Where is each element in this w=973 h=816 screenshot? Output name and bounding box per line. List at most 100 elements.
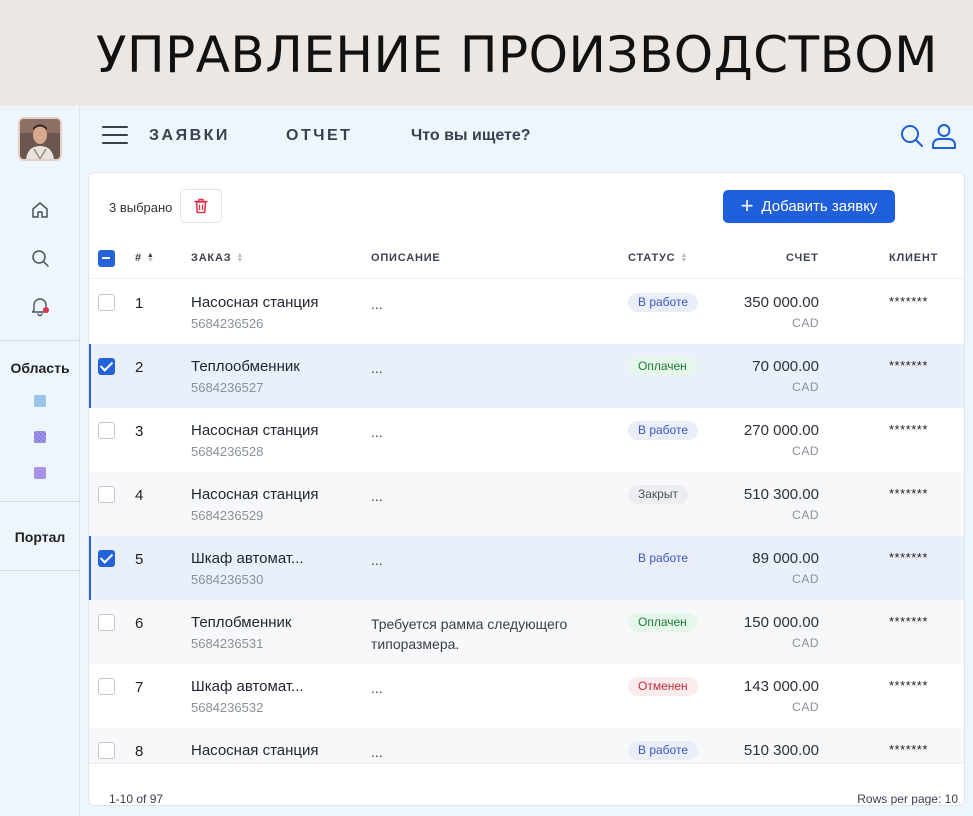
- user-profile-icon[interactable]: [930, 122, 958, 150]
- order-amount: 510 300.00: [743, 742, 819, 759]
- table-row[interactable]: 4 Насосная станция 5684236529 ... Закрыт…: [89, 472, 964, 536]
- tab-requests[interactable]: ЗАЯВКИ: [149, 127, 230, 145]
- client-name: *******: [889, 614, 928, 629]
- order-name[interactable]: Шкаф автомат...: [191, 550, 304, 567]
- trash-icon: [194, 198, 208, 214]
- row-checkbox[interactable]: [98, 550, 115, 567]
- column-amount: СЧЕТ: [786, 252, 819, 264]
- column-number[interactable]: # ▲ ▼: [135, 252, 155, 264]
- status-badge: Отменен: [628, 677, 698, 696]
- row-checkbox[interactable]: [98, 678, 115, 695]
- status-badge: В работе: [628, 421, 699, 440]
- order-name[interactable]: Теплообменник: [191, 358, 300, 375]
- column-order[interactable]: ЗАКАЗ ▲ ▼: [191, 252, 244, 264]
- row-checkbox[interactable]: [98, 422, 115, 439]
- sort-icon: ▲ ▼: [680, 252, 689, 265]
- order-id: 5684236530: [191, 572, 264, 587]
- add-request-button[interactable]: + Добавить заявку: [723, 190, 895, 223]
- row-number: 2: [135, 359, 144, 376]
- area-item-2[interactable]: [34, 431, 46, 443]
- order-name[interactable]: Насосная станция: [191, 742, 319, 759]
- banner: УПРАВЛЕНИЕ ПРОИЗВОДСТВОМ: [0, 0, 973, 106]
- select-all-checkbox[interactable]: [98, 250, 115, 267]
- home-icon[interactable]: [28, 198, 52, 222]
- status-badge: В работе: [628, 549, 699, 568]
- area-item-3[interactable]: [34, 467, 46, 479]
- order-amount: 70 000.00: [752, 358, 819, 375]
- sidebar-portal-label[interactable]: Портал: [0, 529, 80, 545]
- order-description: ...: [371, 488, 383, 504]
- order-description: ...: [371, 744, 383, 760]
- order-name[interactable]: Насосная станция: [191, 422, 319, 439]
- order-description: ...: [371, 424, 383, 440]
- table-row[interactable]: 2 Теплообменник 5684236527 ... Оплачен 7…: [89, 344, 964, 408]
- order-id: 5684236531: [191, 636, 264, 651]
- avatar[interactable]: [18, 117, 62, 161]
- delete-button[interactable]: [180, 189, 222, 223]
- order-currency: CAD: [792, 380, 819, 394]
- orders-table-card: 3 выбрано + Добавить заявку # ▲ ▼ ЗАКАЗ ▲ ▼ …: [88, 172, 965, 806]
- order-currency: CAD: [792, 636, 819, 650]
- order-currency: CAD: [792, 444, 819, 458]
- order-name[interactable]: Насосная станция: [191, 294, 319, 311]
- order-amount: 510 300.00: [743, 486, 819, 503]
- rows-per-page[interactable]: Rows per page: 10: [857, 792, 958, 805]
- table-row[interactable]: 1 Насосная станция 5684236526 ... В рабо…: [89, 280, 964, 344]
- row-number: 8: [135, 743, 144, 760]
- client-name: *******: [889, 678, 928, 693]
- order-description: ...: [371, 296, 383, 312]
- client-name: *******: [889, 294, 928, 309]
- order-name[interactable]: Шкаф автомат...: [191, 678, 304, 695]
- table-row[interactable]: 6 Теплобменник 5684236531 Требуется рамм…: [89, 600, 964, 664]
- search-icon[interactable]: [898, 122, 926, 150]
- row-checkbox[interactable]: [98, 742, 115, 759]
- client-name: *******: [889, 358, 928, 373]
- table-footer: 1-10 of 97 Rows per page: 10: [89, 763, 964, 805]
- table-row[interactable]: 7 Шкаф автомат... 5684236532 ... Отменен…: [89, 664, 964, 728]
- banner-title: УПРАВЛЕНИЕ ПРОИЗВОДСТВОМ: [96, 26, 938, 84]
- sidebar-divider: [0, 570, 80, 571]
- order-currency: CAD: [792, 572, 819, 586]
- sidebar-area-label: Область: [10, 360, 70, 376]
- sidebar: Область Портал: [0, 106, 80, 816]
- order-name[interactable]: Теплобменник: [191, 614, 291, 631]
- sidebar-divider: [0, 501, 80, 502]
- row-checkbox[interactable]: [98, 294, 115, 311]
- column-status[interactable]: СТАТУС ▲ ▼: [628, 252, 688, 264]
- topbar: ЗАЯВКИ ОТЧЕТ Что вы ищете?: [80, 106, 973, 166]
- order-amount: 270 000.00: [743, 422, 819, 439]
- sort-icon: ▲ ▼: [236, 252, 245, 265]
- row-checkbox[interactable]: [98, 614, 115, 631]
- bell-icon[interactable]: [28, 294, 52, 318]
- row-checkbox[interactable]: [98, 358, 115, 375]
- order-id: 5684236528: [191, 444, 264, 459]
- order-amount: 350 000.00: [743, 294, 819, 311]
- area-item-1[interactable]: [34, 395, 46, 407]
- client-name: *******: [889, 742, 928, 757]
- order-currency: CAD: [792, 508, 819, 522]
- client-name: *******: [889, 486, 928, 501]
- table-row[interactable]: 3 Насосная станция 5684236528 ... В рабо…: [89, 408, 964, 472]
- row-number: 6: [135, 615, 144, 632]
- tab-report[interactable]: ОТЧЕТ: [286, 127, 352, 145]
- hamburger-menu-icon[interactable]: [102, 124, 128, 146]
- row-number: 4: [135, 487, 144, 504]
- order-currency: CAD: [792, 316, 819, 330]
- app-window: Область Портал ЗАЯВКИ ОТЧЕТ Что вы ищете…: [0, 106, 973, 816]
- search-icon[interactable]: [28, 246, 52, 270]
- row-number: 5: [135, 551, 144, 568]
- row-number: 1: [135, 295, 144, 312]
- order-name[interactable]: Насосная станция: [191, 486, 319, 503]
- status-badge: Закрыт: [628, 485, 688, 504]
- status-badge: Оплачен: [628, 357, 697, 376]
- selected-count: 3 выбрано: [109, 200, 173, 215]
- client-name: *******: [889, 550, 928, 565]
- table-row[interactable]: 5 Шкаф автомат... 5684236530 ... В работ…: [89, 536, 964, 600]
- table-header: # ▲ ▼ ЗАКАЗ ▲ ▼ ОПИСАНИЕ СТАТУС ▲ ▼ СЧЕТ КЛИЕН…: [89, 239, 964, 279]
- order-currency: CAD: [792, 700, 819, 714]
- search-input[interactable]: Что вы ищете?: [411, 127, 531, 145]
- order-description: ...: [371, 552, 383, 568]
- order-amount: 89 000.00: [752, 550, 819, 567]
- row-checkbox[interactable]: [98, 486, 115, 503]
- client-name: *******: [889, 422, 928, 437]
